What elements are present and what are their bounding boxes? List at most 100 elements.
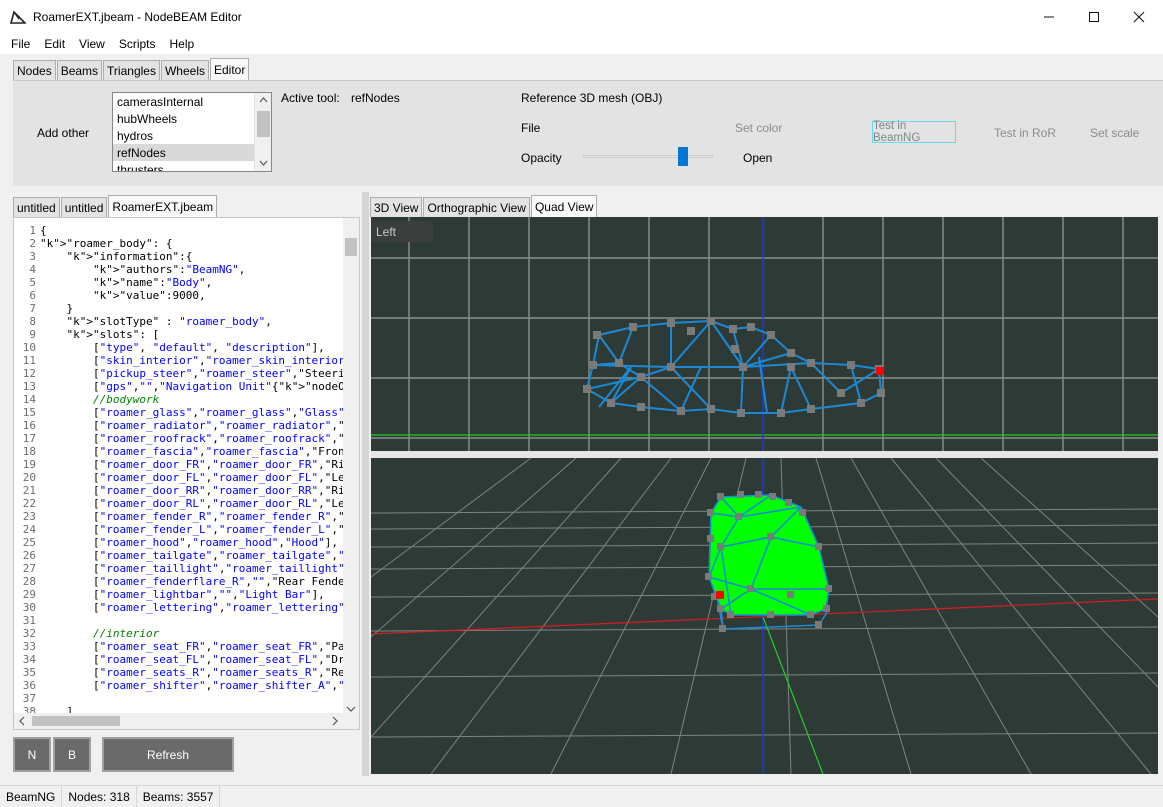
tab-orthographic-view[interactable]: Orthographic View bbox=[423, 197, 530, 217]
code-line[interactable]: 36 ["roamer_shifter","roamer_shifter_A",… bbox=[14, 679, 359, 692]
code-text[interactable]: 1{2 "k">"roamer_body": {3 "k">"informatio… bbox=[14, 224, 360, 718]
menu-bar: File Edit View Scripts Help bbox=[0, 34, 1163, 54]
code-horizontal-scrollbar[interactable] bbox=[14, 713, 359, 729]
list-item[interactable]: hubWheels bbox=[113, 110, 271, 127]
code-line[interactable]: 11 ["skin_interior","roamer_skin_interio… bbox=[14, 354, 359, 367]
code-line[interactable]: 33 ["roamer_seat_FR","roamer_seat_FR","P… bbox=[14, 640, 359, 653]
code-line[interactable]: 8 "k">"slotType" : "roamer_body", bbox=[14, 315, 359, 328]
code-line[interactable]: 26 ["roamer_tailgate","roamer_tailgate",… bbox=[14, 549, 359, 562]
code-line[interactable]: 31 bbox=[14, 614, 359, 627]
tab-wheels[interactable]: Wheels bbox=[160, 60, 209, 80]
viewport-canvas[interactable] bbox=[371, 217, 1158, 774]
code-line[interactable]: 34 ["roamer_seat_FL","roamer_seat_FL","D… bbox=[14, 653, 359, 666]
code-line[interactable]: 24 ["roamer_fender_L","roamer_fender_L",… bbox=[14, 523, 359, 536]
selected-node-perspective[interactable] bbox=[716, 591, 724, 599]
selected-node[interactable] bbox=[876, 367, 884, 375]
add-other-button[interactable]: Add other bbox=[37, 126, 89, 140]
code-line[interactable]: 13 ["gps","","Navigation Unit"{"k">"node… bbox=[14, 380, 359, 393]
opacity-slider-thumb[interactable] bbox=[678, 147, 688, 166]
code-line[interactable]: 21 ["roamer_door_RR","roamer_door_RR","R… bbox=[14, 484, 360, 497]
n-button[interactable]: N bbox=[13, 737, 51, 772]
code-line-text: } bbox=[40, 302, 74, 315]
code-line[interactable]: 19 ["roamer_door_FR","roamer_door_FR","R… bbox=[14, 458, 359, 471]
file-tab-untitled-2[interactable]: untitled bbox=[60, 197, 108, 217]
list-item-selected[interactable]: refNodes bbox=[113, 144, 271, 161]
code-line[interactable]: 30 ["roamer_lettering","roamer_lettering… bbox=[14, 601, 359, 614]
code-line-text: ["roamer_shifter","roamer_shifter_A","Sh… bbox=[40, 679, 359, 692]
b-button[interactable]: B bbox=[53, 737, 91, 772]
tab-3d-view[interactable]: 3D View bbox=[370, 197, 423, 217]
code-line-text: ["gps","","Navigation Unit"{"k">"nodeOff… bbox=[40, 380, 359, 393]
code-line[interactable]: 25 ["roamer_hood","roamer_hood","Hood"], bbox=[14, 536, 359, 549]
code-line[interactable]: 35 ["roamer_seats_R","roamer_seats_R","R… bbox=[14, 666, 359, 679]
code-line[interactable]: 1{ bbox=[14, 224, 359, 237]
open-button[interactable]: Open bbox=[743, 151, 772, 165]
code-line[interactable]: 28 ["roamer_fenderflare_R","","Rear Fend… bbox=[14, 575, 359, 588]
tab-quad-view[interactable]: Quad View bbox=[530, 195, 598, 217]
code-line[interactable]: 27 ["roamer_taillight","roamer_taillight… bbox=[14, 562, 359, 575]
code-line-text: ["roamer_door_RR","roamer_door_RR","Righ… bbox=[40, 484, 360, 497]
code-line[interactable]: 32 //interior bbox=[14, 627, 359, 640]
code-line[interactable]: 9 "k">"slots": [ bbox=[14, 328, 359, 341]
listbox-scrollbar[interactable] bbox=[254, 93, 271, 171]
menu-scripts[interactable]: Scripts bbox=[112, 34, 163, 54]
line-number: 14 bbox=[22, 393, 36, 406]
code-line[interactable]: 15 ["roamer_glass","roamer_glass","Glass… bbox=[14, 406, 359, 419]
code-line[interactable]: 6 "k">"value":9000, bbox=[14, 289, 359, 302]
set-color-button[interactable]: Set color bbox=[735, 121, 782, 135]
code-editor[interactable]: 1{2 "k">"roamer_body": {3 "k">"informatio… bbox=[13, 217, 360, 730]
code-line[interactable]: 14 //bodywork bbox=[14, 393, 359, 406]
code-line[interactable]: 37 bbox=[14, 692, 359, 705]
window-title: RoamerEXT.jbeam - NodeBEAM Editor bbox=[33, 10, 242, 24]
panel-splitter[interactable] bbox=[362, 192, 369, 776]
code-line[interactable]: 16 ["roamer_radiator","roamer_radiator",… bbox=[14, 419, 359, 432]
code-line-text: ["roamer_fender_R","roamer_fender_R","Ri… bbox=[40, 510, 359, 523]
code-line[interactable]: 3 "k">"information":{ bbox=[14, 250, 359, 263]
file-tab-untitled-1[interactable]: untitled bbox=[13, 197, 60, 217]
menu-help[interactable]: Help bbox=[163, 34, 202, 54]
code-line[interactable]: 2 "k">"roamer_body": { bbox=[14, 237, 359, 250]
test-in-ror-button[interactable]: Test in RoR bbox=[994, 126, 1056, 140]
file-tab-roamerext[interactable]: RoamerEXT.jbeam bbox=[108, 195, 218, 217]
tab-beams[interactable]: Beams bbox=[56, 60, 103, 80]
code-line-text: "k">"slotType" : "roamer_body", bbox=[66, 315, 272, 328]
maximize-button[interactable] bbox=[1071, 0, 1117, 34]
list-item[interactable]: camerasInternal bbox=[113, 93, 271, 110]
menu-view[interactable]: View bbox=[72, 34, 112, 54]
tool-listbox[interactable]: camerasInternal hubWheels hydros refNode… bbox=[112, 92, 272, 172]
code-vertical-scrollbar[interactable] bbox=[343, 218, 359, 729]
line-number: 35 bbox=[22, 666, 36, 679]
code-line[interactable]: 12 ["pickup_steer","roamer_steer","Steer… bbox=[14, 367, 359, 380]
refresh-button[interactable]: Refresh bbox=[102, 737, 234, 772]
line-number: 24 bbox=[22, 523, 36, 536]
code-line-text: ["pickup_steer","roamer_steer","Steering… bbox=[40, 367, 358, 380]
code-line[interactable]: 5 "k">"name":"Body", bbox=[14, 276, 359, 289]
code-line[interactable]: 22 ["roamer_door_RL","roamer_door_RL","L… bbox=[14, 497, 359, 510]
code-line[interactable]: 7 } bbox=[14, 302, 359, 315]
code-line[interactable]: 10 ["type", "default", "description"], bbox=[14, 341, 359, 354]
code-line[interactable]: 23 ["roamer_fender_R","roamer_fender_R",… bbox=[14, 510, 359, 523]
close-button[interactable] bbox=[1116, 0, 1162, 34]
code-line-text: ["roamer_fender_L","roamer_fender_L","Le… bbox=[40, 523, 359, 536]
quad-divider[interactable] bbox=[371, 451, 1158, 458]
code-line-text: "k">"name":"Body", bbox=[92, 276, 213, 289]
list-item[interactable]: hydros bbox=[113, 127, 271, 144]
minimize-button[interactable] bbox=[1026, 0, 1072, 34]
menu-file[interactable]: File bbox=[4, 34, 37, 54]
menu-edit[interactable]: Edit bbox=[37, 34, 72, 54]
list-item[interactable]: thrusters bbox=[113, 161, 271, 171]
code-line[interactable]: 17 ["roamer_roofrack","roamer_roofrack",… bbox=[14, 432, 359, 445]
code-line[interactable]: 4 "k">"authors":"BeamNG", bbox=[14, 263, 359, 276]
opacity-slider-track[interactable] bbox=[583, 155, 713, 158]
tab-triangles[interactable]: Triangles bbox=[103, 60, 160, 80]
code-line[interactable]: 18 ["roamer_fascia","roamer_fascia","Fro… bbox=[14, 445, 359, 458]
tab-editor[interactable]: Editor bbox=[209, 58, 250, 80]
code-line[interactable]: 20 ["roamer_door_FL","roamer_door_FL","L… bbox=[14, 471, 359, 484]
code-line[interactable]: 29 ["roamer_lightbar","","Light Bar"], bbox=[14, 588, 359, 601]
set-scale-button[interactable]: Set scale bbox=[1090, 126, 1139, 140]
active-tool-value: refNodes bbox=[351, 91, 400, 105]
quad-viewport[interactable]: Left bbox=[371, 217, 1158, 774]
nodebeam-logo-icon bbox=[10, 10, 26, 24]
tab-nodes[interactable]: Nodes bbox=[13, 60, 56, 80]
test-in-beamng-button[interactable]: Test in BeamNG bbox=[872, 120, 956, 144]
